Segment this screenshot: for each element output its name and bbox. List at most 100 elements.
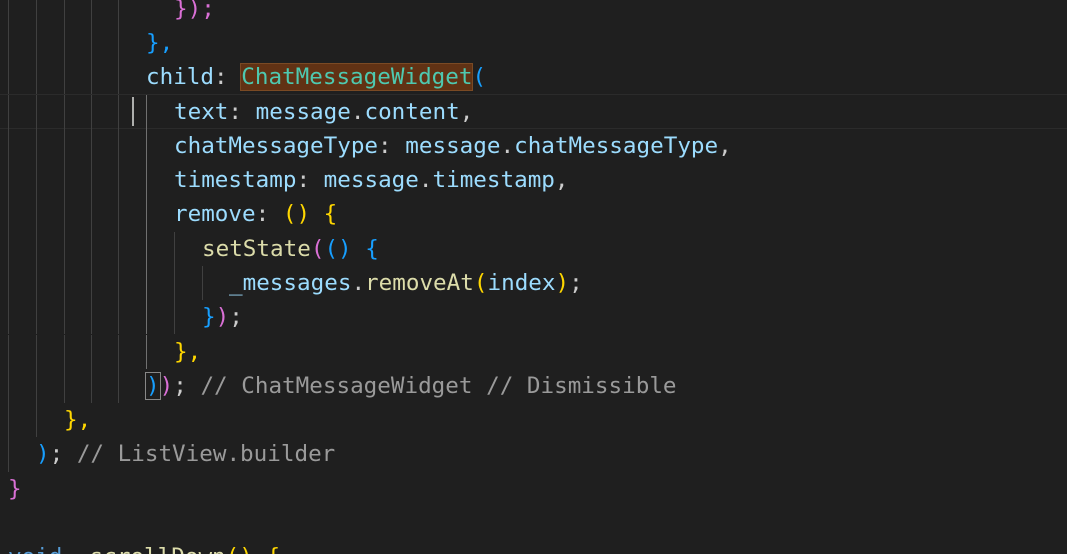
code-line-content: text: message.content,	[174, 95, 473, 129]
code-line-content: void _scrollDown() {	[8, 540, 280, 554]
indent-guide	[64, 0, 65, 26]
indent-guide	[8, 403, 9, 438]
code-line[interactable]: },	[0, 25, 1067, 61]
indent-guide	[118, 60, 119, 95]
code-token: {	[365, 235, 379, 262]
indent-guide	[91, 334, 92, 369]
indent-guide	[91, 60, 92, 95]
code-token: void	[8, 544, 62, 554]
code-token: ()	[226, 544, 253, 554]
code-line[interactable]: text: message.content,	[0, 94, 1067, 130]
code-token: )	[159, 372, 174, 399]
indent-guide	[8, 25, 9, 61]
indent-guide	[64, 128, 65, 163]
code-line-content: ); // ListView.builder	[36, 437, 335, 471]
code-line-content: chatMessageType: message.chatMessageType…	[174, 129, 732, 163]
indent-guide	[8, 197, 9, 232]
code-line[interactable]: void _scrollDown() {	[0, 540, 1067, 554]
code-token: {	[267, 544, 281, 554]
indent-guide	[8, 334, 9, 369]
indent-guide	[91, 25, 92, 61]
indent-guide	[8, 95, 9, 130]
code-line[interactable]: ); // ListView.builder	[0, 437, 1067, 472]
code-token: setState	[202, 235, 311, 262]
code-token: message	[405, 132, 501, 159]
code-line[interactable]: });	[0, 0, 1067, 26]
code-line[interactable]: _messages.removeAt(index);	[0, 265, 1067, 301]
code-line[interactable]: )); // ChatMessageWidget // Dismissible	[0, 368, 1067, 404]
code-line[interactable]: remove: () {	[0, 197, 1067, 232]
code-line-content: });	[174, 0, 215, 26]
code-line[interactable]: },	[0, 334, 1067, 369]
indent-guide	[91, 231, 92, 266]
code-line-content: )); // ChatMessageWidget // Dismissible	[145, 369, 677, 403]
indent-guide	[174, 265, 175, 301]
code-token: )	[145, 371, 161, 400]
code-token: ()	[282, 201, 311, 228]
code-token: text	[174, 99, 229, 126]
code-token: },	[146, 29, 174, 56]
indent-guide	[36, 95, 37, 130]
code-token: // ChatMessageWidget // Dismissible	[200, 372, 677, 399]
text-cursor	[132, 97, 134, 126]
code-editor[interactable]: });}, child: ChatMessageWidget(text: mess…	[0, 0, 1067, 554]
indent-guide	[64, 197, 65, 232]
code-token: )	[555, 269, 570, 296]
code-line[interactable]: },	[0, 403, 1067, 438]
code-line-content: remove: () {	[174, 197, 337, 231]
code-line-content: }	[8, 472, 22, 506]
indent-guide	[146, 334, 147, 369]
indent-guide	[64, 25, 65, 61]
indent-guide	[146, 231, 147, 266]
indent-guide	[174, 231, 175, 266]
code-token: .	[500, 132, 515, 159]
indent-guide	[64, 60, 65, 95]
code-token: chatMessageType	[514, 132, 719, 159]
code-line[interactable]: }	[0, 472, 1067, 506]
code-token: child	[146, 64, 215, 91]
code-token: });	[174, 0, 215, 22]
code-token: _scrollDown	[76, 544, 226, 554]
code-line[interactable]	[0, 506, 1067, 540]
indent-guide	[146, 197, 147, 232]
code-line-content: },	[146, 26, 173, 60]
code-line[interactable]: setState(() {	[0, 231, 1067, 266]
code-line[interactable]: timestamp: message.timestamp,	[0, 163, 1067, 198]
code-token: message	[255, 99, 351, 126]
indent-guide	[64, 265, 65, 301]
indent-guide	[91, 95, 92, 130]
code-token: .	[418, 167, 433, 193]
indent-guide	[36, 231, 37, 266]
code-token: timestamp	[174, 167, 297, 193]
indent-guide	[8, 300, 9, 335]
code-token: chatMessageType	[174, 132, 379, 159]
code-token: removeAt	[365, 269, 474, 296]
code-token: _messages	[229, 269, 352, 296]
code-token: remove	[174, 201, 256, 228]
code-line[interactable]: });	[0, 300, 1067, 335]
code-token: ,	[459, 99, 474, 126]
code-token: }	[202, 304, 216, 331]
code-line-content: timestamp: message.timestamp,	[174, 163, 569, 197]
code-token: :	[214, 64, 242, 91]
indent-guide	[91, 0, 92, 26]
code-line[interactable]: chatMessageType: message.chatMessageType…	[0, 128, 1067, 163]
code-token: ()	[324, 235, 352, 262]
code-line-content: setState(() {	[202, 232, 379, 266]
code-token: ;	[49, 441, 77, 468]
code-token: message	[323, 167, 419, 193]
indent-guide	[118, 231, 119, 266]
indent-guide	[118, 265, 119, 301]
code-token: content	[364, 99, 460, 126]
indent-guide	[8, 437, 9, 472]
indent-guide	[91, 265, 92, 301]
indent-guide	[36, 163, 37, 198]
indent-guide	[146, 265, 147, 301]
indent-guide	[36, 197, 37, 232]
indent-guide	[146, 95, 147, 130]
indent-guide	[118, 25, 119, 61]
code-line[interactable]: child: ChatMessageWidget(	[0, 60, 1067, 95]
code-token: index	[487, 269, 556, 296]
